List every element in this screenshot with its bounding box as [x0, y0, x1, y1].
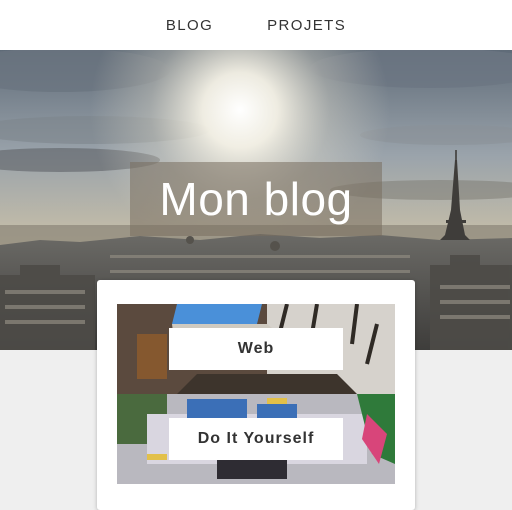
- hero-title: Mon blog: [159, 173, 353, 225]
- category-tile-web[interactable]: Web: [117, 304, 395, 394]
- category-button-diy[interactable]: Do It Yourself: [169, 418, 343, 460]
- category-button-web[interactable]: Web: [169, 328, 343, 370]
- nav-link-blog[interactable]: BLOG: [166, 17, 213, 34]
- top-navigation: BLOG PROJETS: [0, 0, 512, 50]
- nav-link-projets[interactable]: PROJETS: [267, 17, 346, 34]
- categories-card: Web Do It Yourself: [97, 280, 415, 510]
- hero-title-box: Mon blog: [130, 162, 382, 236]
- category-tile-diy[interactable]: Do It Yourself: [117, 394, 395, 484]
